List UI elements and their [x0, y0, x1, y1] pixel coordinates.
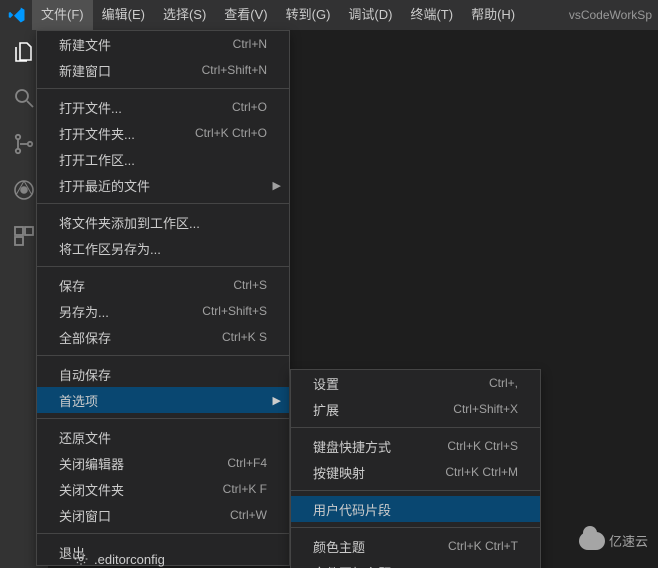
file-menu-separator: [37, 355, 289, 356]
file-menu-item[interactable]: 新建窗口Ctrl+Shift+N: [37, 57, 289, 83]
file-menu-separator: [37, 533, 289, 534]
menu-item-shortcut: Ctrl+Shift+X: [453, 402, 518, 416]
menu-编辑(E)[interactable]: 编辑(E): [93, 0, 154, 30]
file-menu-item[interactable]: 全部保存Ctrl+K S: [37, 324, 289, 350]
file-menu-item[interactable]: 关闭编辑器Ctrl+F4: [37, 450, 289, 476]
preferences-separator: [291, 527, 540, 528]
file-menu-item[interactable]: 保存Ctrl+S: [37, 272, 289, 298]
menu-item-label: 文件图标主题: [313, 563, 518, 568]
file-menu-item[interactable]: 还原文件: [37, 424, 289, 450]
preferences-submenu: 设置Ctrl+,扩展Ctrl+Shift+X键盘快捷方式Ctrl+K Ctrl+…: [290, 369, 541, 568]
preferences-item[interactable]: 键盘快捷方式Ctrl+K Ctrl+S: [291, 433, 540, 459]
explorer-file-item[interactable]: .editorconfig: [74, 548, 165, 568]
menu-item-shortcut: Ctrl+W: [230, 508, 267, 522]
file-menu-separator: [37, 266, 289, 267]
file-menu-item[interactable]: 另存为...Ctrl+Shift+S: [37, 298, 289, 324]
cloud-icon: [579, 532, 605, 550]
menu-item-shortcut: Ctrl+N: [233, 37, 267, 51]
menu-item-shortcut: Ctrl+Shift+N: [202, 63, 267, 77]
menu-item-label: 保存: [59, 276, 233, 295]
file-menu-item[interactable]: 关闭窗口Ctrl+W: [37, 502, 289, 528]
menu-item-shortcut: Ctrl+F4: [227, 456, 267, 470]
preferences-item[interactable]: 颜色主题Ctrl+K Ctrl+T: [291, 533, 540, 559]
menu-item-shortcut: Ctrl+,: [489, 376, 518, 390]
menu-item-label: 打开文件夹...: [59, 124, 195, 143]
search-icon[interactable]: [10, 84, 38, 112]
menu-item-label: 设置: [313, 374, 489, 393]
file-menu-item[interactable]: 新建文件Ctrl+N: [37, 31, 289, 57]
menu-item-label: 按键映射: [313, 463, 445, 482]
extensions-icon[interactable]: [10, 222, 38, 250]
watermark: 亿速云: [579, 531, 648, 550]
menu-item-shortcut: Ctrl+Shift+S: [202, 304, 267, 318]
files-icon[interactable]: [10, 38, 38, 66]
preferences-item[interactable]: 设置Ctrl+,: [291, 370, 540, 396]
menu-item-shortcut: Ctrl+K S: [222, 330, 267, 344]
file-menu-item[interactable]: 将文件夹添加到工作区...: [37, 209, 289, 235]
menu-item-label: 关闭窗口: [59, 506, 230, 525]
menu-item-label: 关闭编辑器: [59, 454, 227, 473]
menu-item-label: 将文件夹添加到工作区...: [59, 213, 267, 232]
menu-item-label: 还原文件: [59, 428, 267, 447]
menu-item-label: 另存为...: [59, 302, 202, 321]
file-menu-item[interactable]: 打开文件...Ctrl+O: [37, 94, 289, 120]
menu-item-shortcut: Ctrl+O: [232, 100, 267, 114]
file-menu-item[interactable]: 关闭文件夹Ctrl+K F: [37, 476, 289, 502]
file-menu-item[interactable]: 打开最近的文件 ▶: [37, 172, 289, 198]
file-menu-item[interactable]: 将工作区另存为...: [37, 235, 289, 261]
menu-item-label: 新建窗口: [59, 61, 202, 80]
preferences-separator: [291, 427, 540, 428]
menu-item-shortcut: Ctrl+K Ctrl+M: [445, 465, 518, 479]
debug-icon[interactable]: [10, 176, 38, 204]
file-menu-item[interactable]: 打开工作区...: [37, 146, 289, 172]
menu-item-label: 扩展: [313, 400, 453, 419]
menu-item-label: 关闭文件夹: [59, 480, 223, 499]
file-menu-separator: [37, 203, 289, 204]
menu-文件(F)[interactable]: 文件(F): [32, 0, 93, 30]
preferences-item[interactable]: 扩展Ctrl+Shift+X: [291, 396, 540, 422]
explorer-file-label: .editorconfig: [94, 552, 165, 567]
menu-item-label: 打开文件...: [59, 98, 232, 117]
menu-item-shortcut: Ctrl+K Ctrl+O: [195, 126, 267, 140]
preferences-item[interactable]: 用户代码片段: [291, 496, 540, 522]
menu-item-shortcut: Ctrl+S: [233, 278, 267, 292]
preferences-item[interactable]: 按键映射Ctrl+K Ctrl+M: [291, 459, 540, 485]
menu-item-label: 新建文件: [59, 35, 233, 54]
watermark-text: 亿速云: [609, 531, 648, 550]
preferences-item[interactable]: 文件图标主题: [291, 559, 540, 568]
menu-选择(S)[interactable]: 选择(S): [154, 0, 215, 30]
file-menu-dropdown: 新建文件Ctrl+N新建窗口Ctrl+Shift+N打开文件...Ctrl+O打…: [36, 30, 290, 566]
menu-item-label: 键盘快捷方式: [313, 437, 447, 456]
menu-转到(G)[interactable]: 转到(G): [277, 0, 340, 30]
menu-item-label: 首选项: [59, 391, 267, 410]
menu-帮助(H)[interactable]: 帮助(H): [462, 0, 524, 30]
file-menu-separator: [37, 88, 289, 89]
menu-item-label: 全部保存: [59, 328, 222, 347]
menu-item-label: 将工作区另存为...: [59, 239, 267, 258]
editorconfig-icon: [74, 552, 88, 566]
file-menu-item[interactable]: 自动保存: [37, 361, 289, 387]
vscode-logo-icon: [8, 6, 26, 24]
menu-查看(V)[interactable]: 查看(V): [215, 0, 276, 30]
chevron-right-icon: ▶: [273, 179, 281, 192]
chevron-right-icon: ▶: [273, 394, 281, 407]
menu-item-label: 打开工作区...: [59, 150, 267, 169]
file-menu-item[interactable]: 打开文件夹...Ctrl+K Ctrl+O: [37, 120, 289, 146]
menu-item-label: 打开最近的文件: [59, 176, 267, 195]
menu-item-shortcut: Ctrl+K F: [223, 482, 267, 496]
file-menu-separator: [37, 418, 289, 419]
menu-item-label: 自动保存: [59, 365, 267, 384]
window-title: vsCodeWorkSp: [569, 8, 658, 22]
menu-item-shortcut: Ctrl+K Ctrl+S: [447, 439, 518, 453]
preferences-separator: [291, 490, 540, 491]
file-menu-item[interactable]: 首选项 ▶: [37, 387, 289, 413]
menu-终端(T)[interactable]: 终端(T): [401, 0, 462, 30]
menubar: 文件(F)编辑(E)选择(S)查看(V)转到(G)调试(D)终端(T)帮助(H)…: [0, 0, 658, 30]
source-control-icon[interactable]: [10, 130, 38, 158]
menu-item-shortcut: Ctrl+K Ctrl+T: [448, 539, 518, 553]
menu-item-label: 颜色主题: [313, 537, 448, 556]
menu-调试(D)[interactable]: 调试(D): [339, 0, 401, 30]
menu-item-label: 用户代码片段: [313, 500, 518, 519]
